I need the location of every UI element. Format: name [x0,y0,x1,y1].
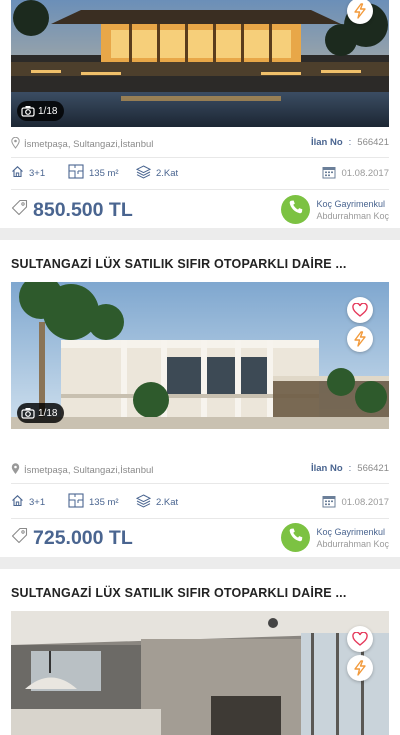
lightning-icon [353,3,367,19]
camera-icon [21,105,35,117]
listing-card[interactable]: SULTANGAZİ LÜX SATILIK SIFIR OTOPARKLI D… [0,569,400,735]
price-row: 725.000 TL Koç Gayrimenkul Abdurrahman K… [11,523,389,555]
photo-count: 1/18 [38,105,58,117]
home-icon [11,165,24,181]
divider [11,518,389,519]
location-pin-icon [11,136,20,152]
divider [11,483,389,484]
divider [11,189,389,190]
featured-button[interactable] [347,655,373,681]
agent-name: Abdurrahman Koç [316,210,389,221]
heart-icon [352,632,368,646]
features-row: 3+1 135 m² 2.Kat 01.08.2017 [11,493,389,511]
price-tag-icon [11,527,28,550]
listing-photo[interactable] [11,611,389,735]
favorite-button[interactable] [347,297,373,323]
features-row: 3+1 135 m² 2.Kat 01.08.2017 [11,164,389,182]
area-value: 135 m² [89,167,119,179]
listing-no-colon: : [348,463,352,474]
lightning-icon [353,331,367,347]
call-button[interactable] [281,195,311,224]
heart-icon [352,303,368,317]
price-tag-icon [11,199,28,222]
call-button[interactable] [281,523,311,552]
featured-button[interactable] [347,326,373,352]
layers-icon [135,493,152,511]
floor-value: 2.Kat [156,496,179,508]
listing-no-value: 566421 [357,137,389,148]
area-value: 135 m² [89,496,119,508]
photo-count-badge[interactable]: 1/18 [17,101,65,121]
agency-name[interactable]: Koç Gayrimenkul [316,198,389,210]
floor-plan-icon [68,493,84,511]
listing-photo[interactable]: 1/18 [11,0,389,127]
location-text: İsmetpaşa, Sultangazi,İstanbul [24,139,154,150]
camera-icon [21,407,35,419]
calendar-icon [322,165,336,182]
agent-name: Abdurrahman Koç [316,538,389,549]
agency-name[interactable]: Koç Gayrimenkul [316,526,389,538]
home-icon [11,494,24,510]
floor-value: 2.Kat [156,167,179,179]
listing-title[interactable]: SULTANGAZİ LÜX SATILIK SIFIR OTOPARKLI D… [11,257,347,271]
layers-icon [135,164,152,182]
location-pin-icon [11,463,20,478]
listing-no-label: İlan No [310,137,343,148]
calendar-icon [322,494,336,511]
listing-no-colon: : [348,137,352,148]
location-row: İsmetpaşa, Sultangazi,İstanbul İlan No :… [11,136,389,152]
rooms-value: 3+1 [29,167,46,179]
lightning-icon [353,660,367,676]
photo-count-badge[interactable]: 1/18 [17,403,65,423]
listing-no-label: İlan No [310,463,343,474]
floor-plan-icon [68,164,84,182]
price-value: 850.500 TL [33,199,133,221]
listing-card[interactable]: SULTANGAZİ LÜX SATILIK SIFIR OTOPARKLI D… [0,240,400,557]
date-value: 01.08.2017 [341,167,389,179]
phone-icon [288,527,304,548]
listing-title[interactable]: SULTANGAZİ LÜX SATILIK SIFIR OTOPARKLI D… [11,586,347,600]
phone-icon [288,199,304,220]
listing-photo[interactable]: 1/18 [11,282,389,429]
location-text: İsmetpaşa, Sultangazi,İstanbul [24,465,154,476]
divider [11,157,389,158]
date-value: 01.08.2017 [341,496,389,508]
listing-no-value: 566421 [357,463,389,474]
price-value: 725.000 TL [33,527,133,549]
favorite-button[interactable] [347,626,373,652]
location-row: İsmetpaşa, Sultangazi,İstanbul İlan No :… [11,462,389,478]
photo-count: 1/18 [38,407,58,419]
rooms-value: 3+1 [29,496,46,508]
listing-card[interactable]: 1/18 İsmetpaşa, Sultangazi,İstanbul İlan… [0,0,400,228]
price-row: 850.500 TL Koç Gayrimenkul Abdurrahman K… [11,195,389,227]
listing-feed: 1/18 İsmetpaşa, Sultangazi,İstanbul İlan… [0,0,400,735]
